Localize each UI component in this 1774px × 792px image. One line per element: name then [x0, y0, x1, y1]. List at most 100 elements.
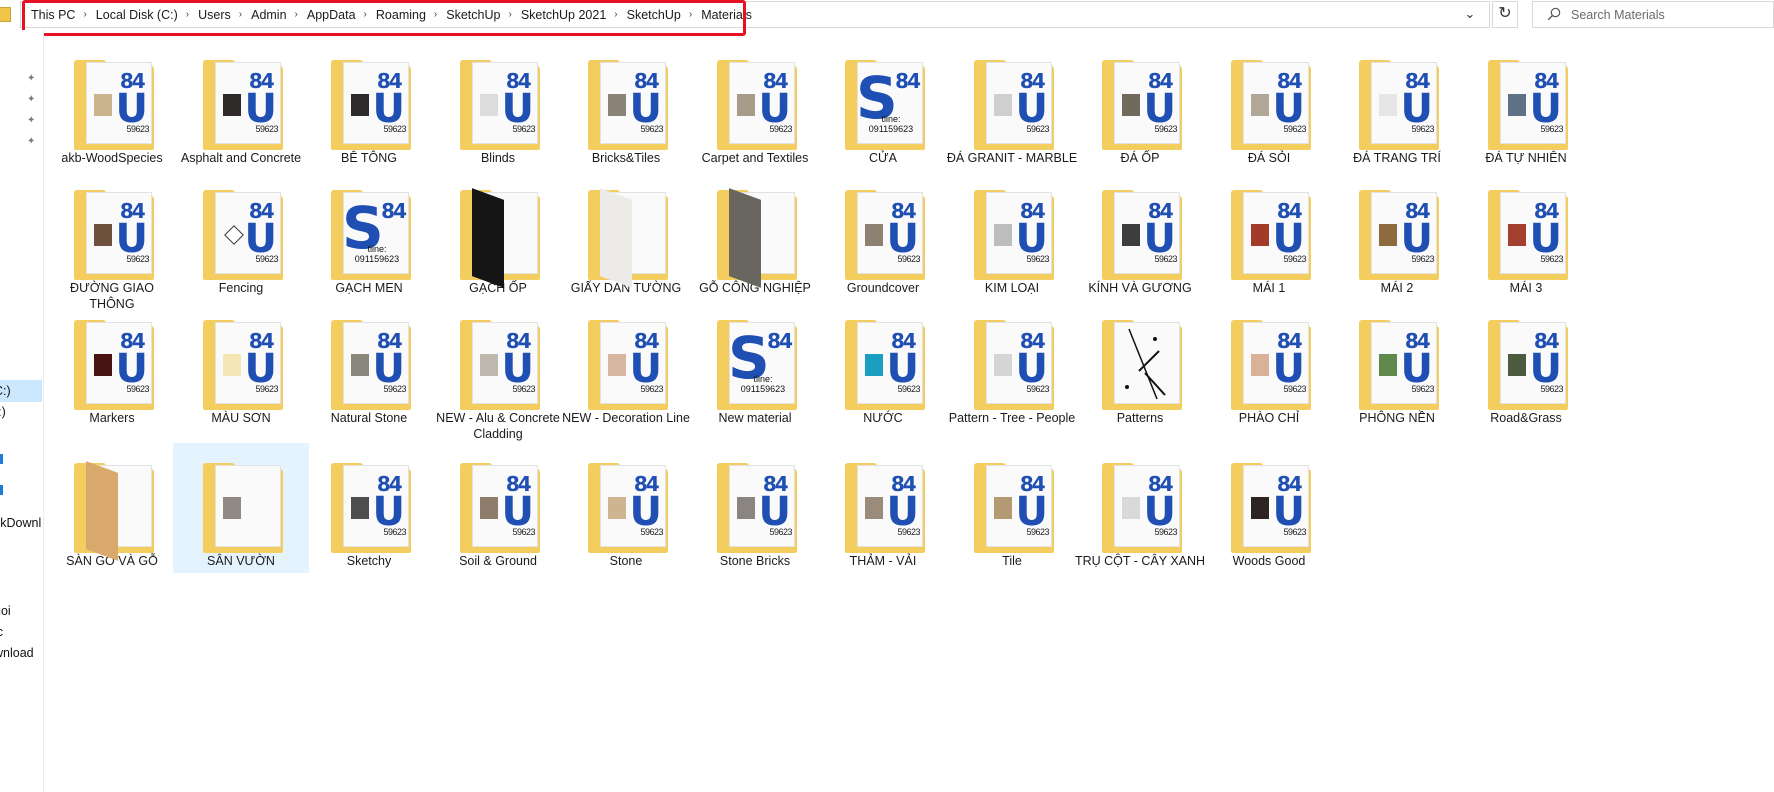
folder-item[interactable]: 84 U 59623 PHÀO CHỈ — [1201, 300, 1337, 430]
logo-icon: 84 U — [1273, 201, 1305, 259]
folder-item[interactable]: 84 U 59623 MÁI 1 — [1201, 170, 1337, 300]
folder-item[interactable]: 84 U 59623 NEW - Decoration Line — [558, 300, 694, 430]
nav-item[interactable]: C:) — [0, 380, 42, 402]
folder-item[interactable]: 84 U 59623 Carpet and Textiles — [687, 40, 823, 170]
folder-icon: 84 U 59623 — [301, 300, 437, 410]
refresh-button[interactable]: ↻ — [1492, 1, 1518, 28]
preview-number: 59623 — [512, 124, 535, 134]
logo-icon: 84 U — [630, 474, 662, 532]
folder-icon: 84 U 59623 — [173, 170, 309, 280]
material-swatch — [1379, 94, 1397, 116]
folder-item[interactable]: 84 U 59623 MÁI 3 — [1458, 170, 1594, 300]
preview-number: 59623 — [897, 384, 920, 394]
chevron-down-icon[interactable]: ⌄ — [1462, 6, 1478, 22]
nav-item[interactable]: ):) — [0, 401, 42, 423]
preview-number: 59623 — [640, 384, 663, 394]
folder-item[interactable]: 84 U 59623 Stone Bricks — [687, 443, 823, 573]
logo-icon: 84 U — [373, 71, 405, 129]
pin-icon[interactable]: ✦ — [27, 74, 37, 84]
material-swatch — [1379, 224, 1397, 246]
logo-text: U — [1529, 216, 1562, 262]
folder-item[interactable]: 84 U 59623 TRỤ CỘT - CÂY XANH — [1072, 443, 1208, 573]
folder-item[interactable]: GỖ CÔNG NGHIỆP — [687, 170, 823, 300]
folder-item[interactable]: 84 U 59623 Groundcover — [815, 170, 951, 300]
folder-item[interactable]: 84 U 59623 Pattern - Tree - People — [944, 300, 1080, 430]
nav-item[interactable]: uoi — [0, 600, 42, 622]
preview-number: 59623 — [383, 527, 406, 537]
nav-indicator — [0, 485, 3, 495]
nav-item[interactable]: ic — [0, 621, 42, 643]
pin-icon[interactable]: ✦ — [27, 116, 37, 126]
folder-item[interactable]: 84 U 59623 ĐÁ ỐP — [1072, 40, 1208, 170]
folder-name: Markers — [89, 411, 135, 425]
preview-number: 59623 — [640, 527, 663, 537]
folder-item[interactable]: 84 U 59623 Fencing — [173, 170, 309, 300]
logo-icon: 84 — [381, 201, 407, 221]
folder-item[interactable]: 84 U 59623 KÍNH VÀ GƯƠNG — [1072, 170, 1208, 300]
folder-item[interactable]: SÀN GỖ VÀ GỖ — [44, 443, 180, 573]
logo-icon: 84 U — [630, 331, 662, 389]
folder-name: Stone — [609, 554, 643, 568]
folder-item[interactable]: S 84 tline: 091159623 New material — [687, 300, 823, 430]
search-input[interactable] — [1571, 5, 1761, 24]
folder-item[interactable]: 84 U 59623 Markers — [44, 300, 180, 430]
preview-number: 59623 — [383, 384, 406, 394]
folder-item[interactable]: 84 U 59623 THẢM - VẢI — [815, 443, 951, 573]
folder-item[interactable]: SÂN VƯỜN — [173, 443, 309, 573]
search-box[interactable] — [1532, 1, 1774, 28]
folder-item[interactable]: 84 U 59623 Asphalt and Concrete — [173, 40, 309, 170]
folder-item[interactable]: 84 U 59623 ĐÁ SỎI — [1201, 40, 1337, 170]
preview-number: 59623 — [1026, 254, 1049, 264]
logo-text: U — [1400, 86, 1433, 132]
nav-item[interactable]: skDownl — [0, 512, 42, 534]
folder-item[interactable]: 84 U 59623 ĐÁ TỰ NHIÊN — [1458, 40, 1594, 170]
folder-name: MÁI 3 — [1509, 281, 1543, 295]
preview-number: 59623 — [897, 254, 920, 264]
folder-item[interactable]: 84 U 59623 ĐƯỜNG GIAO THÔNG — [44, 170, 180, 316]
folder-item[interactable]: 84 U 59623 Tile — [944, 443, 1080, 573]
folder-item[interactable]: GẠCH ỐP — [430, 170, 566, 300]
folder-item[interactable]: GIẤY DÁN TƯỜNG — [558, 170, 694, 300]
folder-item[interactable]: 84 U 59623 Sketchy — [301, 443, 437, 573]
folder-item[interactable]: 84 U 59623 ĐÁ GRANIT - MARBLE — [944, 40, 1080, 170]
material-swatch — [351, 497, 369, 519]
folder-item[interactable]: 84 U 59623 Soil & Ground — [430, 443, 566, 573]
preview-number: 59623 — [1411, 384, 1434, 394]
folder-item[interactable]: 84 U 59623 akb-WoodSpecies — [44, 40, 180, 170]
folder-item[interactable]: 84 U 59623 NƯỚC — [815, 300, 951, 430]
folder-item[interactable]: 84 U 59623 Road&Grass — [1458, 300, 1594, 430]
folder-icon: 84 U 59623 — [44, 40, 180, 150]
folder-icon: 84 U 59623 — [301, 443, 437, 553]
folder-item[interactable]: 84 U 59623 ĐÁ TRANG TRÍ — [1329, 40, 1465, 170]
folder-item[interactable]: 84 U 59623 MÀU SƠN — [173, 300, 309, 430]
folder-preview: S 84 tline: 091159623 — [729, 322, 795, 404]
folder-item[interactable]: S 84 tline: 091159623 CỬA — [815, 40, 951, 170]
preview-number: 59623 — [1411, 254, 1434, 264]
logo-icon: 84 U — [1016, 474, 1048, 532]
navigation-pane: ✦ ✦ ✦ ✦ C:)):) skDownl uoiicwnload — [0, 30, 44, 792]
folder-item[interactable]: 84 U 59623 NEW - Alu & Concrete Cladding — [430, 300, 566, 446]
folder-item[interactable]: 84 U 59623 PHÔNG NỀN — [1329, 300, 1465, 430]
folder-item[interactable]: 84 U 59623 Bricks&Tiles — [558, 40, 694, 170]
folder-item[interactable]: Patterns — [1072, 300, 1208, 430]
nav-item[interactable]: wnload — [0, 642, 42, 664]
logo-text: U — [115, 216, 148, 262]
logo-text: U — [886, 489, 919, 535]
folder-item[interactable]: 84 U 59623 Blinds — [430, 40, 566, 170]
folder-name: Tile — [1002, 554, 1022, 568]
folder-name: KIM LOẠI — [984, 281, 1040, 295]
folder-item[interactable]: S 84 tline: 091159623 GẠCH MEN — [301, 170, 437, 300]
folder-item[interactable]: 84 U 59623 MÁI 2 — [1329, 170, 1465, 300]
folder-item[interactable]: 84 U 59623 KIM LOẠI — [944, 170, 1080, 300]
preview-number: 59623 — [897, 527, 920, 537]
folder-item[interactable]: 84 U 59623 Natural Stone — [301, 300, 437, 430]
folder-icon: S 84 tline: 091159623 — [815, 40, 951, 150]
folder-item[interactable]: 84 U 59623 BÊ TÔNG — [301, 40, 437, 170]
folder-item[interactable]: 84 U 59623 Stone — [558, 443, 694, 573]
material-swatch — [480, 94, 498, 116]
pin-icon[interactable]: ✦ — [27, 95, 37, 105]
folder-item[interactable]: 84 U 59623 Woods Good — [1201, 443, 1337, 573]
logo-text: U — [244, 346, 277, 392]
pin-icon[interactable]: ✦ — [27, 137, 37, 147]
material-swatch — [223, 354, 241, 376]
